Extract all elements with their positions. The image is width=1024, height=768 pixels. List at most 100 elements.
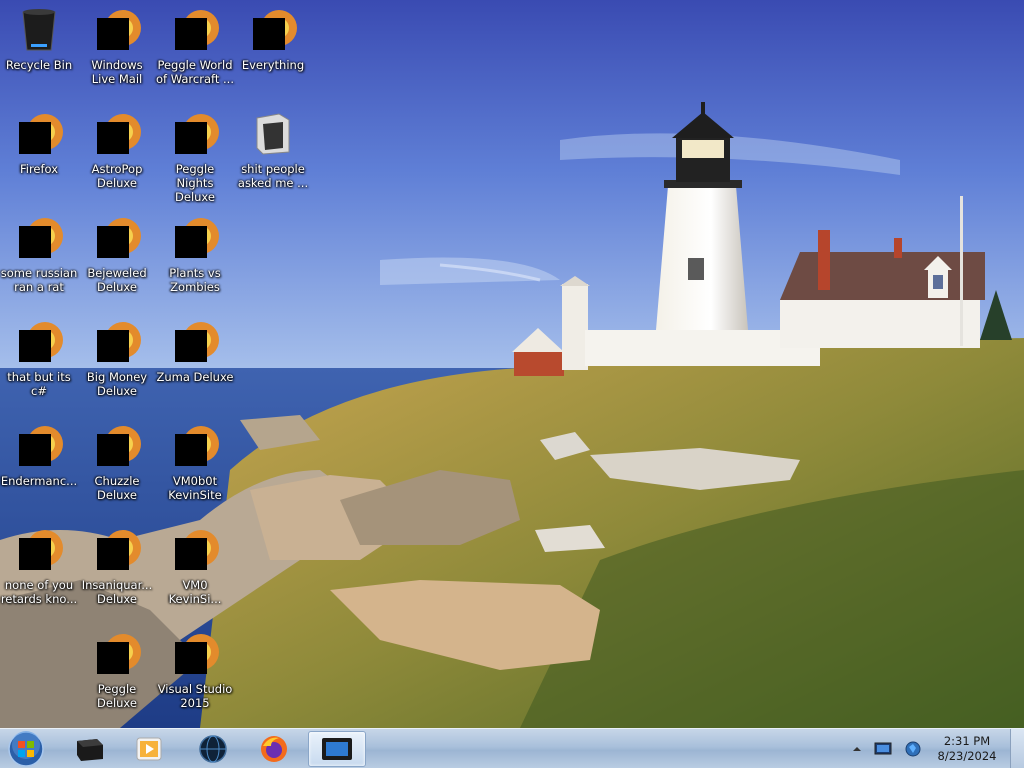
desktop-icon-label: Peggle Nights Deluxe xyxy=(175,162,215,204)
astropop-icon xyxy=(93,110,141,158)
big-money-icon xyxy=(93,318,141,366)
taskbar-app-1[interactable] xyxy=(60,731,118,767)
desktop-icon-label: Endermanc... xyxy=(0,474,78,488)
chevron-up-icon xyxy=(853,747,861,751)
taskbar-app-5[interactable] xyxy=(308,731,366,767)
peggle-icon xyxy=(93,630,141,678)
desktop-icon[interactable]: Peggle Nights Deluxe xyxy=(156,106,234,204)
taskbar: 2:31 PM 8/23/2024 xyxy=(0,728,1024,768)
taskbar-app-3[interactable] xyxy=(184,731,242,767)
redaction-box xyxy=(175,18,207,50)
desktop-icon-label: shit people asked me ... xyxy=(237,162,309,190)
network-globe-icon xyxy=(905,741,921,757)
redaction-box xyxy=(175,434,207,466)
desktop-icon[interactable]: shit people asked me ... xyxy=(234,106,312,202)
taskbar-media-player[interactable] xyxy=(120,731,178,767)
desktop-icon-label: Chuzzle Deluxe xyxy=(94,474,140,502)
taskbar-firefox[interactable] xyxy=(245,731,303,767)
monitor-icon xyxy=(322,738,352,760)
desktop-icon[interactable]: AstroPop Deluxe xyxy=(78,106,156,202)
redaction-box xyxy=(97,226,129,258)
desktop-icon[interactable]: none of you retards kno... xyxy=(0,522,78,618)
desktop-icon-label: none of you retards kno... xyxy=(0,578,78,606)
desktop-icon[interactable]: Firefox xyxy=(0,106,78,202)
everything-search-icon xyxy=(249,6,297,54)
recycle-bin-icon xyxy=(15,6,63,54)
redaction-box xyxy=(175,330,207,362)
desktop-icon-label: Insaniquar... Deluxe xyxy=(81,578,153,606)
show-desktop-button[interactable] xyxy=(1010,729,1024,768)
clock-time: 2:31 PM xyxy=(943,734,991,748)
desktop-icon[interactable]: Peggle Deluxe xyxy=(78,626,156,722)
desktop-icon-label: Bejeweled Deluxe xyxy=(87,266,147,294)
desktop-icon[interactable]: some russian ran a rat xyxy=(0,210,78,306)
chuzzle-icon xyxy=(93,422,141,470)
desktop-icon-label: VM0 KevinSi... xyxy=(168,578,222,606)
media-player-icon xyxy=(136,737,162,761)
zuma-icon xyxy=(171,318,219,366)
desktop-icon[interactable]: Peggle World of Warcraft ... xyxy=(156,2,234,98)
tray-volume-icon[interactable] xyxy=(904,740,922,758)
bejeweled-icon xyxy=(93,214,141,262)
vm-icon xyxy=(171,526,219,574)
desktop-icon[interactable]: that but its c# xyxy=(0,314,78,410)
desktop-icon-label: that but its c# xyxy=(7,370,71,398)
redaction-box xyxy=(97,434,129,466)
desktop-icon[interactable]: Endermanc... xyxy=(0,418,78,514)
firefox-icon xyxy=(15,110,63,158)
desktop-icon[interactable]: Bejeweled Deluxe xyxy=(78,210,156,306)
plants-vs-zombies-icon xyxy=(171,214,219,262)
dark-globe-icon xyxy=(199,735,227,763)
redaction-box xyxy=(19,226,51,258)
redaction-box xyxy=(97,642,129,674)
opera-style-icon xyxy=(15,526,63,574)
vlc-style-file-icon xyxy=(15,214,63,262)
desktop-icon[interactable]: VM0 KevinSi... xyxy=(156,522,234,618)
desktop-icon-label: AstroPop Deluxe xyxy=(91,162,143,190)
redaction-box xyxy=(97,18,129,50)
redaction-box xyxy=(97,538,129,570)
desktop-icon[interactable]: Insaniquar... Deluxe xyxy=(78,522,156,618)
windows-orb-icon xyxy=(8,731,44,767)
desktop-icon-label: Everything xyxy=(241,58,305,72)
black-box-icon xyxy=(77,739,103,761)
redaction-box xyxy=(97,330,129,362)
insaniquarium-icon xyxy=(93,526,141,574)
taskbar-clock[interactable]: 2:31 PM 8/23/2024 xyxy=(928,734,1006,764)
desktop-icon[interactable]: Windows Live Mail xyxy=(78,2,156,98)
desktop-icon-label: Peggle World of Warcraft ... xyxy=(156,58,234,86)
desktop-icon[interactable]: Zuma Deluxe xyxy=(156,314,234,410)
desktop-icon[interactable]: Chuzzle Deluxe xyxy=(78,418,156,514)
start-button[interactable] xyxy=(6,731,46,767)
peggle-nights-icon xyxy=(171,110,219,158)
desktop-icon[interactable]: VM0b0t KevinSite xyxy=(156,418,234,514)
desktop-icon[interactable]: Visual Studio 2015 xyxy=(156,626,234,722)
desktop-icon-label: Recycle Bin xyxy=(5,58,73,72)
desktop-icon-label: Zuma Deluxe xyxy=(156,370,234,384)
firefox-icon xyxy=(261,736,287,762)
desktop-icon[interactable]: Everything xyxy=(234,2,312,98)
desktop-icon[interactable]: Recycle Bin xyxy=(0,2,78,98)
show-hidden-icons-button[interactable] xyxy=(852,744,862,754)
visual-studio-icon xyxy=(171,630,219,678)
desktop-icon-label: Visual Studio 2015 xyxy=(157,682,233,710)
desktop-icon-label: Plants vs Zombies xyxy=(169,266,221,294)
redaction-box xyxy=(19,122,51,154)
redaction-box xyxy=(97,122,129,154)
desktop-icon-label: Big Money Deluxe xyxy=(86,370,148,398)
redaction-box xyxy=(19,330,51,362)
vm-icon xyxy=(171,422,219,470)
desktop-icon-label: VM0b0t KevinSite xyxy=(168,474,222,502)
tray-display-icon[interactable] xyxy=(874,742,892,756)
desktop-icon-label: Peggle Deluxe xyxy=(97,682,137,710)
redaction-box xyxy=(175,538,207,570)
redaction-box xyxy=(253,18,285,50)
desktop-icon[interactable]: Plants vs Zombies xyxy=(156,210,234,306)
desktop-icon[interactable]: Big Money Deluxe xyxy=(78,314,156,410)
redaction-box xyxy=(19,434,51,466)
system-tray: 2:31 PM 8/23/2024 xyxy=(846,729,1024,768)
redaction-box xyxy=(175,226,207,258)
redaction-box xyxy=(19,538,51,570)
desktop-icon-label: some russian ran a rat xyxy=(0,266,78,294)
windows-live-mail-icon xyxy=(93,6,141,54)
